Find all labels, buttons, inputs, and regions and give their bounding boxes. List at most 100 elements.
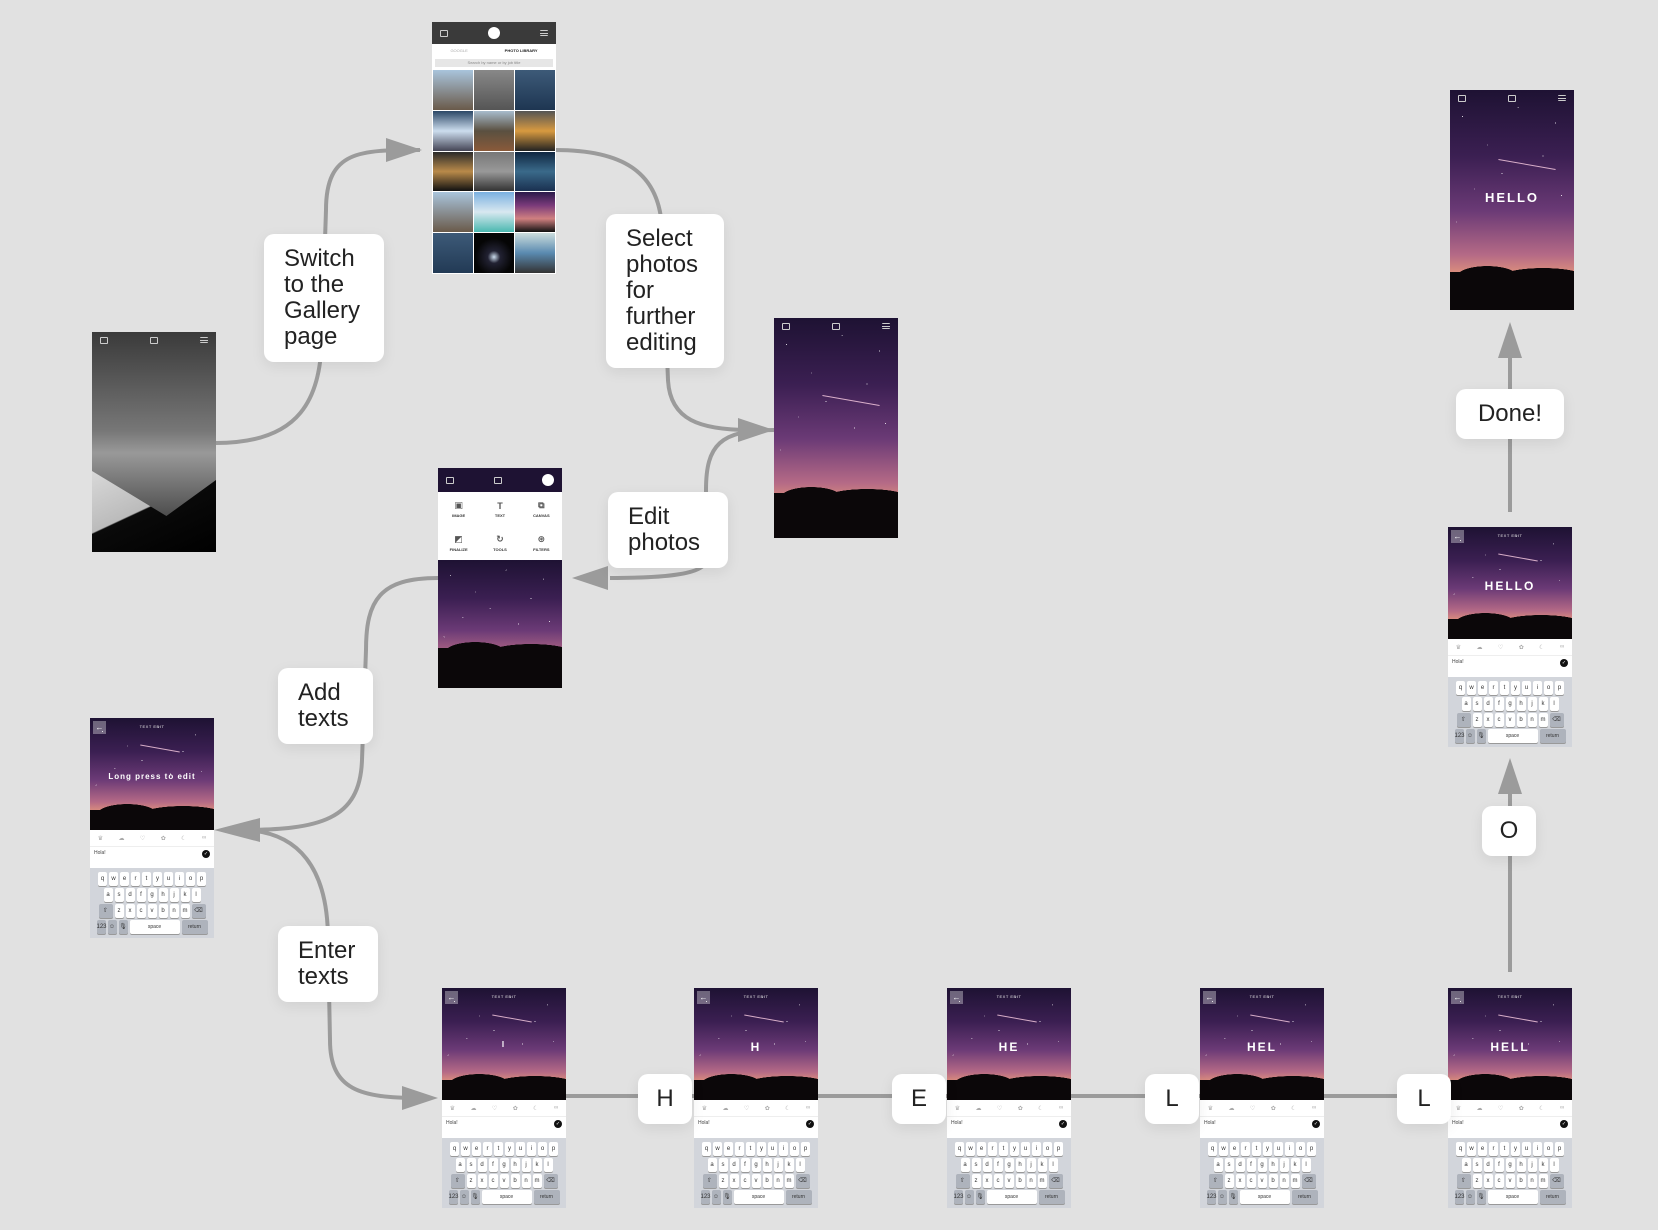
key-p[interactable]: p (1555, 681, 1564, 695)
crown-icon[interactable]: ♛ (450, 1105, 455, 1112)
key-g[interactable]: g (1257, 1158, 1267, 1172)
key-backspace[interactable]: ⌫ (1549, 713, 1564, 727)
key-q[interactable]: q (98, 872, 107, 886)
share-icon[interactable] (446, 476, 454, 484)
key-y[interactable]: y (1010, 1142, 1019, 1156)
key-u[interactable]: u (1522, 1142, 1531, 1156)
moon-icon[interactable]: ☾ (181, 835, 186, 842)
key-return[interactable]: return (1539, 729, 1566, 743)
glasses-icon[interactable]: ∞ (806, 1105, 810, 1111)
key-shift[interactable]: ⇧ (1456, 1174, 1471, 1188)
menu-item-finalize[interactable]: ◩ FINALIZE (438, 526, 479, 560)
key-q[interactable]: q (450, 1142, 459, 1156)
key-h[interactable]: h (1268, 1158, 1278, 1172)
key-b[interactable]: b (158, 904, 168, 918)
moon-icon[interactable]: ☾ (1038, 1105, 1043, 1112)
key-z[interactable]: z (1472, 1174, 1482, 1188)
key-y[interactable]: y (757, 1142, 766, 1156)
text-input[interactable]: Hola! ✓ (1448, 1116, 1572, 1130)
key-s[interactable]: s (1472, 1158, 1482, 1172)
gallery-icon[interactable] (832, 322, 840, 330)
key-o[interactable]: o (186, 872, 195, 886)
photo-thumb[interactable] (474, 192, 514, 233)
cloud-icon[interactable]: ☁ (723, 1105, 729, 1112)
flower-icon[interactable]: ✿ (1519, 1105, 1524, 1112)
confirm-check-icon[interactable]: ✓ (202, 850, 210, 858)
key-u[interactable]: u (164, 872, 173, 886)
text-input[interactable]: Hola! ✓ (947, 1116, 1071, 1130)
key-e[interactable]: e (1478, 1142, 1487, 1156)
cloud-icon[interactable]: ☁ (119, 835, 125, 842)
key-m[interactable]: m (1538, 713, 1548, 727)
cloud-icon[interactable]: ☁ (1229, 1105, 1235, 1112)
key-w[interactable]: w (1467, 1142, 1476, 1156)
key-x[interactable]: x (729, 1174, 739, 1188)
text-edit-screen-initial[interactable]: ← TEXT EDIT Long press to edit ♛ ☁ ♡ ✿ ☾ ∞ Hola! ✓… (90, 718, 214, 938)
key-c[interactable]: c (740, 1174, 750, 1188)
glasses-icon[interactable]: ∞ (1560, 1105, 1564, 1111)
key-return[interactable]: return (181, 920, 208, 934)
key-z[interactable]: z (1224, 1174, 1234, 1188)
key-emoji[interactable]: ☺ (964, 1190, 974, 1204)
key-l[interactable]: l (1048, 1158, 1058, 1172)
key-e[interactable]: e (1478, 681, 1487, 695)
key-n[interactable]: n (1026, 1174, 1036, 1188)
key-p[interactable]: p (801, 1142, 810, 1156)
photo-thumb[interactable] (474, 233, 514, 273)
key-d[interactable]: d (1235, 1158, 1245, 1172)
key-x[interactable]: x (1235, 1174, 1245, 1188)
key-v[interactable]: v (751, 1174, 761, 1188)
glasses-icon[interactable]: ∞ (1312, 1105, 1316, 1111)
key-shift[interactable]: ⇧ (1456, 713, 1471, 727)
key-r[interactable]: r (1489, 681, 1498, 695)
photo-thumb[interactable] (433, 192, 473, 233)
key-i[interactable]: i (779, 1142, 788, 1156)
flower-icon[interactable]: ✿ (161, 835, 166, 842)
key-h[interactable]: h (762, 1158, 772, 1172)
key-o[interactable]: o (538, 1142, 547, 1156)
key-y[interactable]: y (1511, 681, 1520, 695)
key-n[interactable]: n (1527, 713, 1537, 727)
confirm-check-icon[interactable]: ✓ (806, 1120, 814, 1128)
key-c[interactable]: c (1246, 1174, 1256, 1188)
key-backspace[interactable]: ⌫ (191, 904, 206, 918)
glasses-icon[interactable]: ∞ (1560, 644, 1564, 650)
key-r[interactable]: r (1489, 1142, 1498, 1156)
key-h[interactable]: h (1516, 697, 1526, 711)
key-o[interactable]: o (1544, 1142, 1553, 1156)
photo-thumb[interactable] (515, 151, 555, 192)
key-backspace[interactable]: ⌫ (1549, 1174, 1564, 1188)
key-f[interactable]: f (993, 1158, 1003, 1172)
key-123[interactable]: 123 (448, 1190, 459, 1204)
home-screen[interactable] (92, 332, 216, 552)
key-w[interactable]: w (966, 1142, 975, 1156)
key-q[interactable]: q (702, 1142, 711, 1156)
key-q[interactable]: q (1456, 1142, 1465, 1156)
photo-thumb[interactable] (433, 233, 473, 273)
moon-icon[interactable]: ☾ (533, 1105, 538, 1112)
key-g[interactable]: g (1505, 1158, 1515, 1172)
key-t[interactable]: t (746, 1142, 755, 1156)
key-v[interactable]: v (499, 1174, 509, 1188)
overlay-text[interactable]: Long press to edit (90, 772, 214, 781)
key-z[interactable]: z (466, 1174, 476, 1188)
share-icon[interactable] (782, 322, 790, 330)
key-mic[interactable]: 🎙 (1476, 729, 1486, 743)
key-s[interactable]: s (466, 1158, 476, 1172)
key-shift[interactable]: ⇧ (955, 1174, 970, 1188)
key-m[interactable]: m (532, 1174, 542, 1188)
menu-item-text[interactable]: T TEXT (479, 492, 520, 526)
key-emoji[interactable]: ☺ (107, 920, 117, 934)
key-v[interactable]: v (1004, 1174, 1014, 1188)
key-i[interactable]: i (1032, 1142, 1041, 1156)
typing-screen[interactable]: ← TEXT EDIT H ♛ ☁ ♡ ✿ ☾ ∞ Hola! ✓ q w e r t y u i o p a s d f g h j… (694, 988, 818, 1208)
key-e[interactable]: e (724, 1142, 733, 1156)
key-c[interactable]: c (1494, 1174, 1504, 1188)
key-d[interactable]: d (1483, 1158, 1493, 1172)
key-h[interactable]: h (510, 1158, 520, 1172)
key-c[interactable]: c (136, 904, 146, 918)
key-f[interactable]: f (488, 1158, 498, 1172)
gallery-icon[interactable] (494, 476, 502, 484)
key-f[interactable]: f (1494, 1158, 1504, 1172)
key-h[interactable]: h (158, 888, 168, 902)
